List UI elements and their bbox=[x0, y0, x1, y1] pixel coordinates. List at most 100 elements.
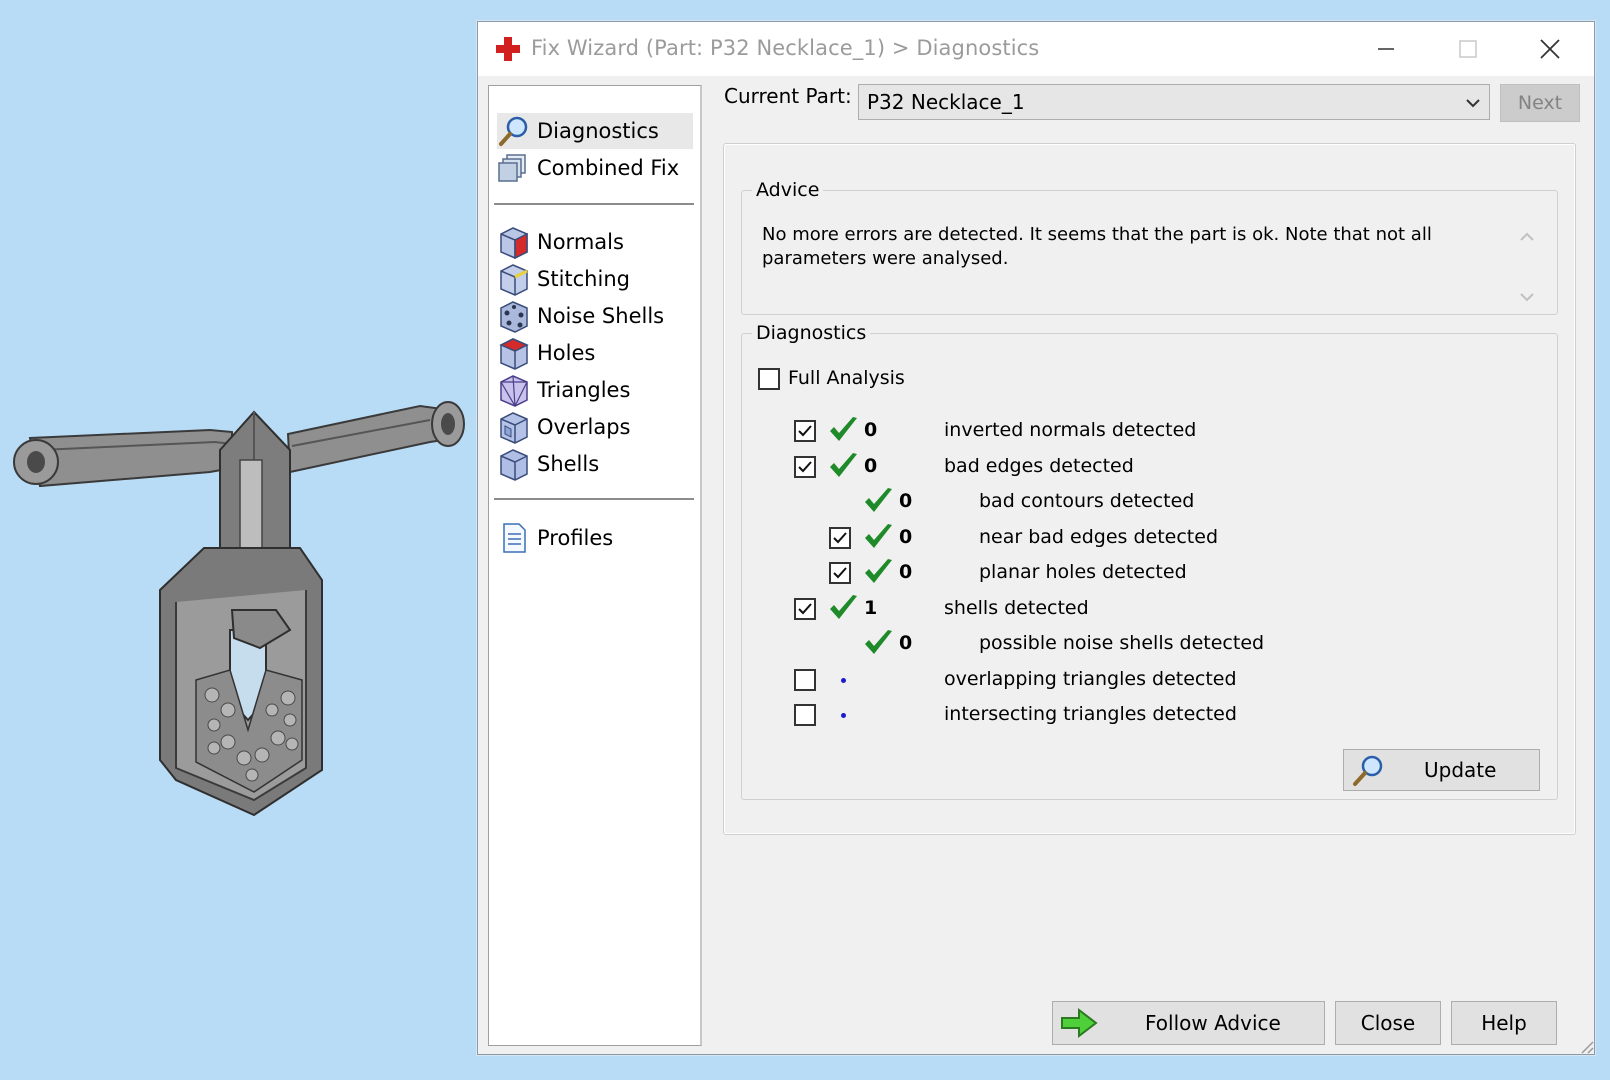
full-analysis-label: Full Analysis bbox=[788, 367, 905, 389]
diagnostic-label: bad contours detected bbox=[979, 490, 1195, 512]
scroll-up-icon[interactable] bbox=[1513, 223, 1541, 251]
advice-text: No more errors are detected. It seems th… bbox=[762, 224, 1432, 269]
nav-item-diagnostics[interactable]: Diagnostics bbox=[497, 113, 693, 149]
maximize-button[interactable] bbox=[1438, 28, 1498, 70]
diagnostic-label: shells detected bbox=[944, 596, 1089, 619]
diagnostic-checkbox[interactable] bbox=[794, 668, 816, 691]
full-analysis-row[interactable]: Full Analysis bbox=[758, 362, 958, 396]
diagnostic-row: 0 bad edges detected bbox=[742, 450, 1522, 484]
nav-item-holes[interactable]: Holes bbox=[497, 335, 693, 371]
fix-wizard-dialog: Fix Wizard (Part: P32 Necklace_1) > Diag… bbox=[477, 21, 1595, 1055]
triangles-icon bbox=[500, 375, 528, 407]
red-cross-icon bbox=[496, 37, 520, 61]
diagnostic-count: 0 bbox=[899, 561, 913, 583]
diagnostic-row: overlapping triangles detected bbox=[742, 663, 1522, 697]
diagnostics-title: Diagnostics bbox=[756, 322, 867, 344]
next-button[interactable]: Next bbox=[1500, 84, 1580, 122]
advice-scrollbar[interactable] bbox=[1513, 223, 1541, 311]
nav-item-normals[interactable]: Normals bbox=[497, 224, 693, 260]
diagnostic-count: 0 bbox=[864, 454, 878, 477]
diagnostic-row: 0 inverted normals detected bbox=[742, 414, 1522, 448]
diagnostic-row: 0 planar holes detected bbox=[742, 556, 1522, 590]
update-label: Update bbox=[1424, 758, 1497, 782]
diagnostic-label: near bad edges detected bbox=[979, 525, 1219, 548]
nav-item-triangles[interactable]: Triangles bbox=[497, 372, 693, 408]
combined-fix-icon bbox=[498, 154, 526, 182]
nav-item-label: Holes bbox=[537, 341, 596, 365]
diagnostic-label: planar holes detected bbox=[979, 561, 1187, 583]
magnifier-icon bbox=[1353, 755, 1383, 786]
fix-wizard-nav: Diagnostics Combined Fix Normals Stitchi… bbox=[488, 85, 702, 1046]
green-check-icon bbox=[826, 592, 860, 626]
diagnostic-checkbox[interactable] bbox=[829, 562, 851, 584]
diagnostic-checkbox[interactable] bbox=[794, 420, 816, 442]
green-check-icon bbox=[861, 485, 895, 519]
nav-item-label: Overlaps bbox=[537, 415, 631, 439]
current-part-label: Current Part: bbox=[724, 84, 852, 108]
necklace-3d-model[interactable] bbox=[0, 380, 470, 850]
normals-cube-icon bbox=[500, 227, 528, 259]
green-check-icon bbox=[861, 627, 895, 661]
minimize-button[interactable] bbox=[1356, 28, 1416, 70]
scroll-down-icon[interactable] bbox=[1513, 283, 1541, 311]
current-part-dropdown[interactable]: P32 Necklace_1 bbox=[858, 84, 1490, 120]
magnifier-icon bbox=[499, 116, 528, 146]
pending-dot-icon bbox=[841, 677, 846, 683]
green-check-icon bbox=[826, 414, 860, 448]
nav-item-label: Triangles bbox=[537, 378, 631, 402]
diagnostic-label: possible noise shells detected bbox=[979, 632, 1265, 654]
diagnostic-row: 0 bad contours detected bbox=[742, 485, 1522, 519]
follow-advice-label: Follow Advice bbox=[1145, 1011, 1281, 1035]
nav-item-label: Shells bbox=[537, 452, 600, 476]
diagnostic-checkbox[interactable] bbox=[829, 526, 851, 549]
resize-grip-icon[interactable] bbox=[1576, 1036, 1594, 1054]
help-button[interactable]: Help bbox=[1451, 1001, 1557, 1045]
nav-divider bbox=[494, 498, 694, 500]
overlaps-icon bbox=[500, 412, 528, 444]
nav-item-label: Diagnostics bbox=[537, 119, 659, 143]
nav-item-label: Normals bbox=[537, 230, 624, 254]
profiles-document-icon bbox=[503, 523, 526, 553]
diagnostic-count: 0 bbox=[899, 490, 913, 512]
title-bar[interactable]: Fix Wizard (Part: P32 Necklace_1) > Diag… bbox=[478, 22, 1594, 76]
update-button[interactable]: Update bbox=[1343, 749, 1540, 791]
advice-title: Advice bbox=[756, 179, 820, 201]
follow-advice-button[interactable]: Follow Advice bbox=[1052, 1001, 1325, 1045]
pending-dot-icon bbox=[841, 713, 846, 718]
diagnostic-label: inverted normals detected bbox=[944, 419, 1197, 441]
close-button[interactable]: Close bbox=[1335, 1001, 1441, 1045]
holes-cube-icon bbox=[499, 338, 529, 370]
diagnostic-count: 0 bbox=[899, 632, 913, 654]
green-check-icon bbox=[861, 521, 895, 555]
window-title: Fix Wizard (Part: P32 Necklace_1) > Diag… bbox=[531, 36, 1040, 60]
green-check-icon bbox=[861, 556, 895, 590]
close-window-button[interactable] bbox=[1520, 28, 1580, 70]
nav-item-combined-fix[interactable]: Combined Fix bbox=[497, 150, 693, 186]
advice-group: Advice No more errors are detected. It s… bbox=[741, 179, 1558, 315]
current-part-value: P32 Necklace_1 bbox=[867, 90, 1025, 114]
shells-icon bbox=[500, 449, 528, 481]
diagnostic-label: bad edges detected bbox=[944, 454, 1134, 477]
nav-item-label: Profiles bbox=[537, 526, 614, 550]
diagnostic-row: 0 near bad edges detected bbox=[742, 521, 1522, 555]
nav-item-profiles[interactable]: Profiles bbox=[497, 520, 693, 556]
noise-shells-icon bbox=[500, 301, 528, 333]
diagnostic-label: intersecting triangles detected bbox=[944, 703, 1237, 725]
nav-item-stitching[interactable]: Stitching bbox=[497, 261, 693, 297]
diagnostic-checkbox[interactable] bbox=[794, 455, 816, 478]
nav-item-shells[interactable]: Shells bbox=[497, 446, 693, 482]
nav-item-label: Noise Shells bbox=[537, 304, 665, 328]
full-analysis-checkbox[interactable] bbox=[758, 368, 780, 390]
nav-divider bbox=[494, 203, 694, 205]
nav-item-overlaps[interactable]: Overlaps bbox=[497, 409, 693, 445]
nav-item-noise-shells[interactable]: Noise Shells bbox=[497, 298, 693, 334]
diagnostic-checkbox[interactable] bbox=[794, 704, 816, 726]
nav-item-label: Combined Fix bbox=[537, 156, 680, 180]
diagnostic-row: intersecting triangles detected bbox=[742, 698, 1522, 732]
diagnostic-row: 0 possible noise shells detected bbox=[742, 627, 1522, 661]
diagnostic-count: 0 bbox=[899, 525, 913, 548]
stitching-cube-icon bbox=[500, 264, 528, 296]
diagnostic-checkbox[interactable] bbox=[794, 597, 816, 620]
nav-item-label: Stitching bbox=[537, 267, 630, 291]
diagnostic-row: 1 shells detected bbox=[742, 592, 1522, 626]
